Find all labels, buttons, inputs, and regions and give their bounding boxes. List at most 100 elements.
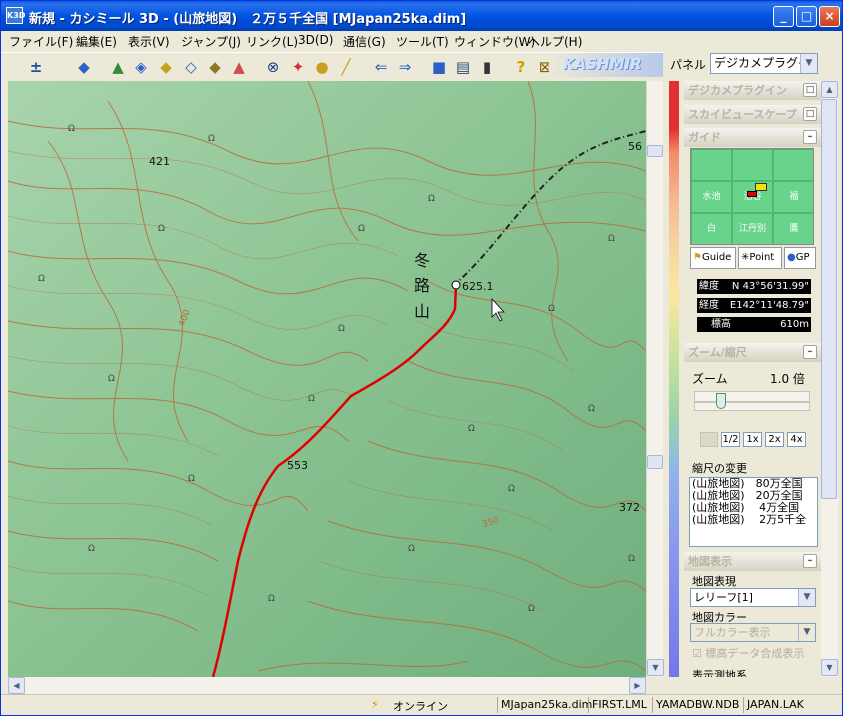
map-vertical-scrollbar[interactable]: ▼	[646, 81, 664, 677]
scroll-up-icon[interactable]: ▲	[821, 81, 838, 98]
map-layer-icon[interactable]: ▲	[108, 57, 128, 77]
map-layer5-icon[interactable]: ◆	[205, 57, 225, 77]
chevron-down-icon[interactable]: ▼	[798, 624, 815, 641]
marker-icon[interactable]: ●	[312, 57, 332, 77]
menu-view[interactable]: 表示(V)	[128, 33, 170, 50]
section-skyview[interactable]: スカイビュースケープ □	[684, 105, 821, 124]
zoom-slider[interactable]	[694, 391, 810, 411]
longitude-readout: 経度 E142°11'48.79"	[697, 298, 811, 313]
section-digicam[interactable]: デジカメプラグイン □	[684, 81, 821, 100]
zoom-slider-thumb[interactable]	[716, 393, 726, 409]
chevron-down-icon[interactable]: ▼	[800, 54, 817, 73]
film-icon[interactable]: ▤	[453, 57, 473, 77]
help-icon[interactable]: ?	[511, 57, 531, 77]
menu-comm[interactable]: 通信(G)	[343, 33, 386, 50]
elevation-553: 553	[287, 459, 308, 472]
menu-file[interactable]: ファイル(F)	[9, 33, 73, 50]
elevation-composite-checkbox[interactable]: ☑ 標高データ合成表示	[692, 645, 804, 661]
panel-vertical-scrollbar[interactable]: ▲ ▼	[821, 81, 838, 677]
map-layer2-icon[interactable]: ◈	[131, 57, 151, 77]
elevation-readout: 標高 610m	[697, 317, 811, 332]
topo-map[interactable]: Ω Ω Ω Ω Ω Ω Ω Ω Ω Ω Ω Ω Ω Ω Ω Ω Ω Ω Ω Ω 冬 路 山 625.1 421…	[8, 81, 646, 677]
maximize-button[interactable]: □	[796, 6, 817, 27]
scroll-down-icon[interactable]: ▼	[821, 659, 838, 676]
menu-jump[interactable]: ジャンプ(J)	[181, 33, 241, 50]
guide-place: 福	[773, 181, 813, 213]
zoom-1x-button[interactable]: 1x	[743, 432, 762, 447]
camera-icon[interactable]: ■	[429, 57, 449, 77]
summit-marker[interactable]	[451, 280, 461, 290]
forward-icon[interactable]: ⇒	[395, 57, 415, 77]
binoculars-icon[interactable]: ⊗	[263, 57, 283, 77]
section-zoom-title: ズーム/縮尺	[688, 346, 747, 359]
panel-select[interactable]: デジカメプラグイン ▼	[710, 53, 818, 74]
map-horizontal-scrollbar[interactable]: ◀ ▶	[8, 677, 646, 694]
menu-tools[interactable]: ツール(T)	[396, 33, 449, 50]
scale-option[interactable]: (山旅地図) 2万5千全	[692, 514, 817, 526]
map-expr-value: レリーフ[1]	[694, 591, 753, 604]
svg-text:Ω: Ω	[628, 554, 635, 564]
map-vscroll-thumb[interactable]	[647, 145, 663, 157]
relief-icon[interactable]: ▲	[229, 57, 249, 77]
scroll-down-icon[interactable]: ▼	[647, 659, 664, 676]
expand-icon[interactable]: □	[803, 107, 817, 121]
tab-point[interactable]: ✳Point	[738, 247, 782, 269]
online-status: オンライン	[393, 700, 448, 713]
close-button[interactable]: ×	[819, 6, 840, 27]
tab-guide[interactable]: ⚑Guide	[690, 247, 736, 269]
peak-name-2: 路	[414, 276, 430, 295]
zoom-blank-button[interactable]	[700, 432, 718, 447]
map-expr-select[interactable]: レリーフ[1] ▼	[690, 588, 816, 607]
peak-name-3: 山	[414, 302, 430, 321]
section-mapview[interactable]: 地図表示 –	[684, 552, 821, 571]
latitude-label: 緯度	[699, 281, 719, 292]
scroll-left-icon[interactable]: ◀	[8, 677, 25, 694]
guide-place: 江丹別	[732, 213, 773, 244]
zoom-half-button[interactable]: 1/2	[721, 432, 740, 447]
app-icon[interactable]: K3D	[6, 7, 25, 24]
map-color-value: フルカラー表示	[694, 626, 771, 639]
map-vscroll-mid[interactable]	[647, 455, 663, 469]
gps-icon[interactable]: ▮	[477, 57, 497, 77]
menu-bar: ファイル(F) 編集(E) 表示(V) ジャンプ(J) リンク(L) 3D(D)…	[1, 31, 842, 51]
status-file: MJapan25ka.dim	[501, 698, 593, 711]
tools-icon[interactable]: ✦	[288, 57, 308, 77]
zoom-4x-button[interactable]: 4x	[787, 432, 806, 447]
current-location-icon	[747, 191, 757, 197]
back-icon[interactable]: ⇐	[371, 57, 391, 77]
chevron-down-icon[interactable]: ▼	[798, 589, 815, 606]
title-bar[interactable]: K3D 新規 - カシミール 3D - (山旅地図) ２万５千全国 [MJapa…	[1, 1, 842, 31]
expand-icon[interactable]: □	[803, 83, 817, 97]
menu-help[interactable]: ヘルプ(H)	[528, 33, 582, 50]
tab-gps[interactable]: ●GP	[784, 247, 816, 269]
ruler-icon[interactable]: ╱	[336, 57, 356, 77]
menu-3d[interactable]: 3D(D)	[298, 33, 333, 47]
status-separator	[652, 697, 653, 713]
svg-text:Ω: Ω	[338, 324, 345, 334]
svg-text:Ω: Ω	[468, 424, 475, 434]
map-view[interactable]: Ω Ω Ω Ω Ω Ω Ω Ω Ω Ω Ω Ω Ω Ω Ω Ω Ω Ω Ω Ω 冬 路 山 625.1 421…	[8, 81, 646, 677]
menu-window[interactable]: ウィンドウ(W)	[454, 33, 535, 50]
guide-overview-map[interactable]: 水池 沼谷 福 白 江丹別 鷹	[690, 148, 814, 245]
svg-text:Ω: Ω	[548, 304, 555, 314]
section-zoom[interactable]: ズーム/縮尺 –	[684, 343, 821, 362]
scale-list[interactable]: (山旅地図) 80万全国 (山旅地図) 20万全国 (山旅地図) 4万全国 (山…	[689, 477, 818, 547]
menu-link[interactable]: リンク(L)	[246, 33, 298, 50]
guide-cell	[732, 149, 773, 181]
zoom-icon[interactable]: ±	[26, 57, 46, 77]
minimize-button[interactable]: _	[773, 6, 794, 27]
layer-icon[interactable]: ◆	[74, 57, 94, 77]
menu-edit[interactable]: 編集(E)	[76, 33, 117, 50]
map-layer3-icon[interactable]: ◆	[156, 57, 176, 77]
scroll-right-icon[interactable]: ▶	[629, 677, 646, 694]
elevation-composite-label: 標高データ合成表示	[705, 647, 805, 660]
collapse-icon[interactable]: –	[803, 345, 817, 359]
zoom-2x-button[interactable]: 2x	[765, 432, 784, 447]
section-guide[interactable]: ガイド –	[684, 128, 821, 147]
guide-place: 鷹	[773, 213, 813, 244]
map-layer4-icon[interactable]: ◇	[181, 57, 201, 77]
panel-vscroll-thumb[interactable]	[821, 99, 837, 499]
collapse-icon[interactable]: –	[803, 130, 817, 144]
map-color-select[interactable]: フルカラー表示 ▼	[690, 623, 816, 642]
collapse-icon[interactable]: –	[803, 554, 817, 568]
